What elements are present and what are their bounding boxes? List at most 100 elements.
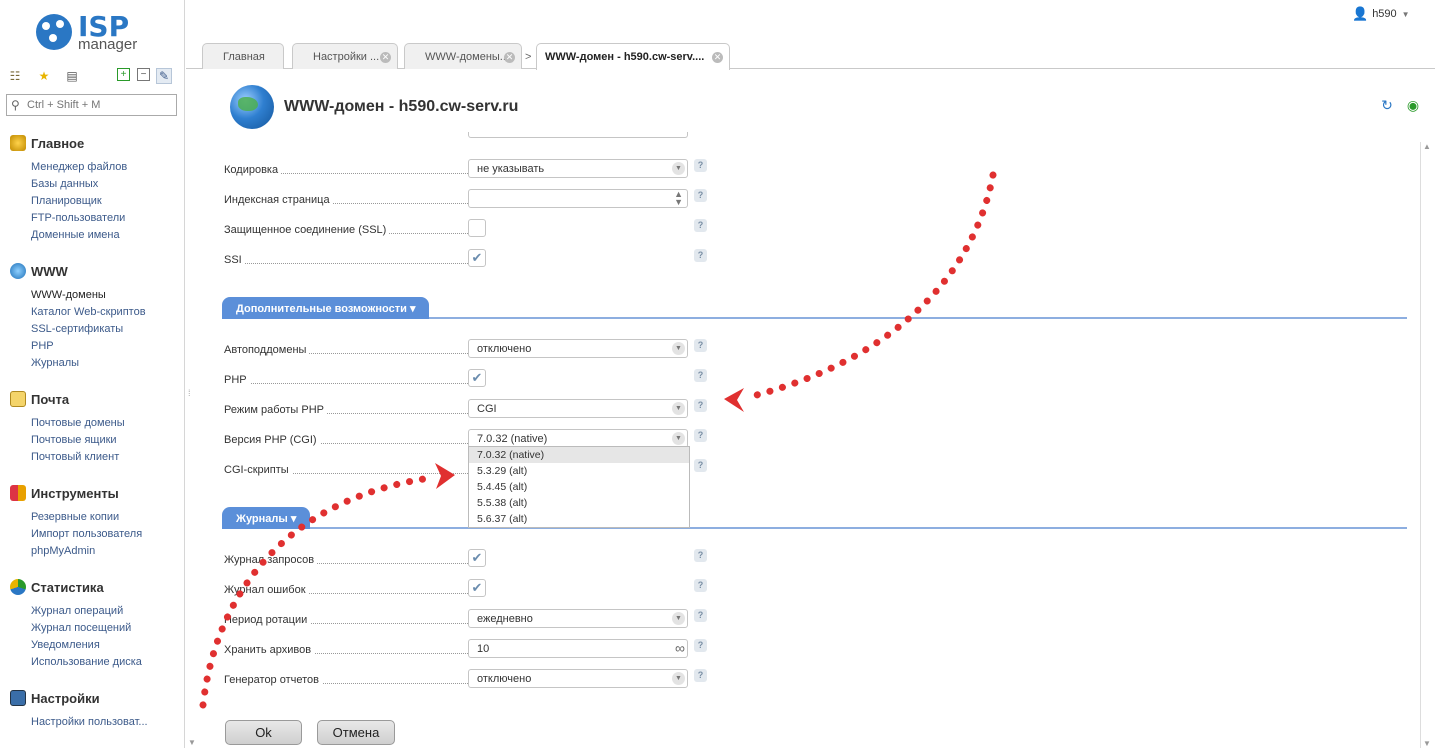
error-log-label: Журнал ошибок bbox=[224, 584, 309, 596]
help-icon[interactable]: ? bbox=[694, 429, 707, 442]
help-icon[interactable]: ? bbox=[694, 249, 707, 262]
section-extra-features[interactable]: Дополнительные возможности ▾ bbox=[222, 295, 1407, 319]
sidebar-item-notifications[interactable]: Уведомления bbox=[31, 637, 142, 654]
menu-search[interactable]: ⚲ bbox=[6, 94, 177, 116]
php-checkbox[interactable]: ✔ bbox=[468, 369, 486, 387]
help-icon[interactable]: ? bbox=[694, 549, 707, 562]
dropdown-option[interactable]: 7.0.32 (native) bbox=[469, 447, 689, 463]
sidebar-item-operations-log[interactable]: Журнал операций bbox=[31, 603, 142, 620]
close-icon[interactable]: ✕ bbox=[504, 52, 515, 63]
dropdown-option[interactable]: 5.3.29 (alt) bbox=[469, 463, 689, 479]
access-log-checkbox[interactable]: ✔ bbox=[468, 549, 486, 567]
expand-all-icon[interactable]: + bbox=[117, 68, 130, 81]
nav-head-stats[interactable]: Статистика bbox=[10, 578, 142, 596]
user-menu[interactable]: 👤 h590 ▼ bbox=[1352, 6, 1410, 22]
stepper-icon[interactable]: ▲ ▼ bbox=[674, 190, 683, 207]
close-icon[interactable]: ✕ bbox=[380, 52, 391, 63]
nav-head-label: WWW bbox=[31, 263, 68, 279]
nav-head-tools[interactable]: Инструменты bbox=[10, 484, 142, 502]
sidebar-item-import-user[interactable]: Импорт пользователя bbox=[31, 526, 142, 543]
infinity-icon[interactable]: ∞ bbox=[675, 640, 685, 656]
search-input[interactable] bbox=[27, 97, 172, 113]
nav-head-www[interactable]: WWW bbox=[10, 262, 146, 280]
collapse-all-icon[interactable]: − bbox=[137, 68, 150, 81]
ssi-checkbox[interactable]: ✔ bbox=[468, 249, 486, 267]
scroll-down-icon[interactable]: ▼ bbox=[1423, 739, 1431, 748]
keep-archives-input[interactable]: 10 ∞ bbox=[468, 639, 688, 658]
sidebar-item-mail-client[interactable]: Почтовый клиент bbox=[31, 449, 125, 466]
help-icon[interactable]: ? bbox=[694, 399, 707, 412]
clipboard-icon[interactable]: ▤ bbox=[64, 68, 80, 84]
sidebar-item-web-scripts[interactable]: Каталог Web-скриптов bbox=[31, 304, 146, 321]
help-icon[interactable]: ? bbox=[694, 669, 707, 682]
autosubdomains-select[interactable]: отключено ▼ bbox=[468, 339, 688, 358]
close-icon[interactable]: ✕ bbox=[712, 52, 723, 63]
rotation-label: Период ротации bbox=[224, 614, 311, 626]
php-mode-select[interactable]: CGI ▼ bbox=[468, 399, 688, 418]
help-icon[interactable]: ? bbox=[694, 459, 707, 472]
scroll-up-icon[interactable]: ▲ bbox=[1423, 142, 1431, 151]
report-generator-value: отключено bbox=[477, 673, 532, 685]
help-icon[interactable]: ? bbox=[694, 339, 707, 352]
tab-settings[interactable]: Настройки ... ✕ bbox=[292, 43, 398, 69]
help-globe-icon[interactable]: ◉ bbox=[1405, 97, 1421, 113]
encoding-select[interactable]: не указывать ▼ bbox=[468, 159, 688, 178]
sidebar-item-logs[interactable]: Журналы bbox=[31, 355, 146, 372]
error-log-checkbox[interactable]: ✔ bbox=[468, 579, 486, 597]
sidebar-item-mailboxes[interactable]: Почтовые ящики bbox=[31, 432, 125, 449]
dropdown-option[interactable]: 5.6.37 (alt) bbox=[469, 511, 689, 527]
help-icon[interactable]: ? bbox=[694, 189, 707, 202]
nav-head-mail[interactable]: Почта bbox=[10, 390, 125, 408]
pin-icon[interactable]: ✎ bbox=[156, 68, 172, 84]
autosubdomains-label: Автоподдомены bbox=[224, 344, 310, 356]
help-icon[interactable]: ? bbox=[694, 609, 707, 622]
dropdown-option[interactable]: 5.4.45 (alt) bbox=[469, 479, 689, 495]
admin-email-field[interactable] bbox=[468, 132, 688, 138]
nav-head-settings[interactable]: Настройки bbox=[10, 689, 148, 707]
help-icon[interactable]: ? bbox=[694, 579, 707, 592]
rotation-select[interactable]: ежедневно ▼ bbox=[468, 609, 688, 628]
sidebar-item-disk-usage[interactable]: Использование диска bbox=[31, 654, 142, 671]
help-icon[interactable]: ? bbox=[694, 219, 707, 232]
header-actions: ↻ ◉ bbox=[1379, 97, 1421, 113]
sidebar-item-domain-names[interactable]: Доменные имена bbox=[31, 227, 127, 244]
star-icon[interactable]: ★ bbox=[36, 68, 52, 84]
sidebar-item-backups[interactable]: Резервные копии bbox=[31, 509, 142, 526]
sidebar-item-ssl-certificates[interactable]: SSL-сертификаты bbox=[31, 321, 146, 338]
sidebar-item-scheduler[interactable]: Планировщик bbox=[31, 193, 127, 210]
sidebar-item-mail-domains[interactable]: Почтовые домены bbox=[31, 415, 125, 432]
form-scrollbar[interactable]: ▲ ▼ bbox=[1420, 142, 1432, 748]
chevron-down-icon: ▼ bbox=[672, 402, 685, 415]
nav-head-main[interactable]: Главное bbox=[10, 134, 127, 152]
isp-manager-logo[interactable]: ISP manager bbox=[36, 10, 156, 54]
sidebar-item-databases[interactable]: Базы данных bbox=[31, 176, 127, 193]
report-generator-select[interactable]: отключено ▼ bbox=[468, 669, 688, 688]
tab-www-domains[interactable]: WWW-домены... ✕ bbox=[404, 43, 522, 69]
sidebar-item-user-settings[interactable]: Настройки пользоват... bbox=[31, 714, 148, 731]
row-access-log: Журнал запросов ✔ ? bbox=[222, 549, 722, 573]
sidebar-item-www-domains[interactable]: WWW-домены bbox=[31, 287, 146, 304]
sidebar-item-php[interactable]: PHP bbox=[31, 338, 146, 355]
section-logs[interactable]: Журналы ▾ bbox=[222, 505, 1407, 529]
help-icon[interactable]: ? bbox=[694, 369, 707, 382]
dropdown-option[interactable]: 5.5.38 (alt) bbox=[469, 495, 689, 511]
help-icon[interactable]: ? bbox=[694, 639, 707, 652]
help-icon[interactable]: ? bbox=[694, 159, 707, 172]
php-mode-value: CGI bbox=[477, 403, 497, 415]
ssl-checkbox[interactable] bbox=[468, 219, 486, 237]
row-php: PHP ✔ ? bbox=[222, 369, 722, 393]
tab-www-domain-edit[interactable]: WWW-домен - h590.cw-serv.... ✕ bbox=[536, 43, 730, 70]
sidebar-item-phpmyadmin[interactable]: phpMyAdmin bbox=[31, 543, 142, 560]
sidebar-scroll-down-icon[interactable]: ▼ bbox=[188, 738, 196, 747]
sidebar-item-visits-log[interactable]: Журнал посещений bbox=[31, 620, 142, 637]
ok-button[interactable]: Ok bbox=[225, 720, 302, 745]
sidebar-item-file-manager[interactable]: Менеджер файлов bbox=[31, 159, 127, 176]
tree-icon[interactable]: ☷ bbox=[7, 68, 23, 84]
tab-main[interactable]: Главная bbox=[202, 43, 284, 69]
cancel-button[interactable]: Отмена bbox=[317, 720, 395, 745]
pie-chart-icon bbox=[10, 579, 26, 595]
sidebar-resize-handle[interactable]: ⁞ bbox=[188, 388, 191, 398]
sidebar-item-ftp-users[interactable]: FTP-пользователи bbox=[31, 210, 127, 227]
index-page-input[interactable]: ▲ ▼ bbox=[468, 189, 688, 208]
refresh-icon[interactable]: ↻ bbox=[1379, 97, 1395, 113]
